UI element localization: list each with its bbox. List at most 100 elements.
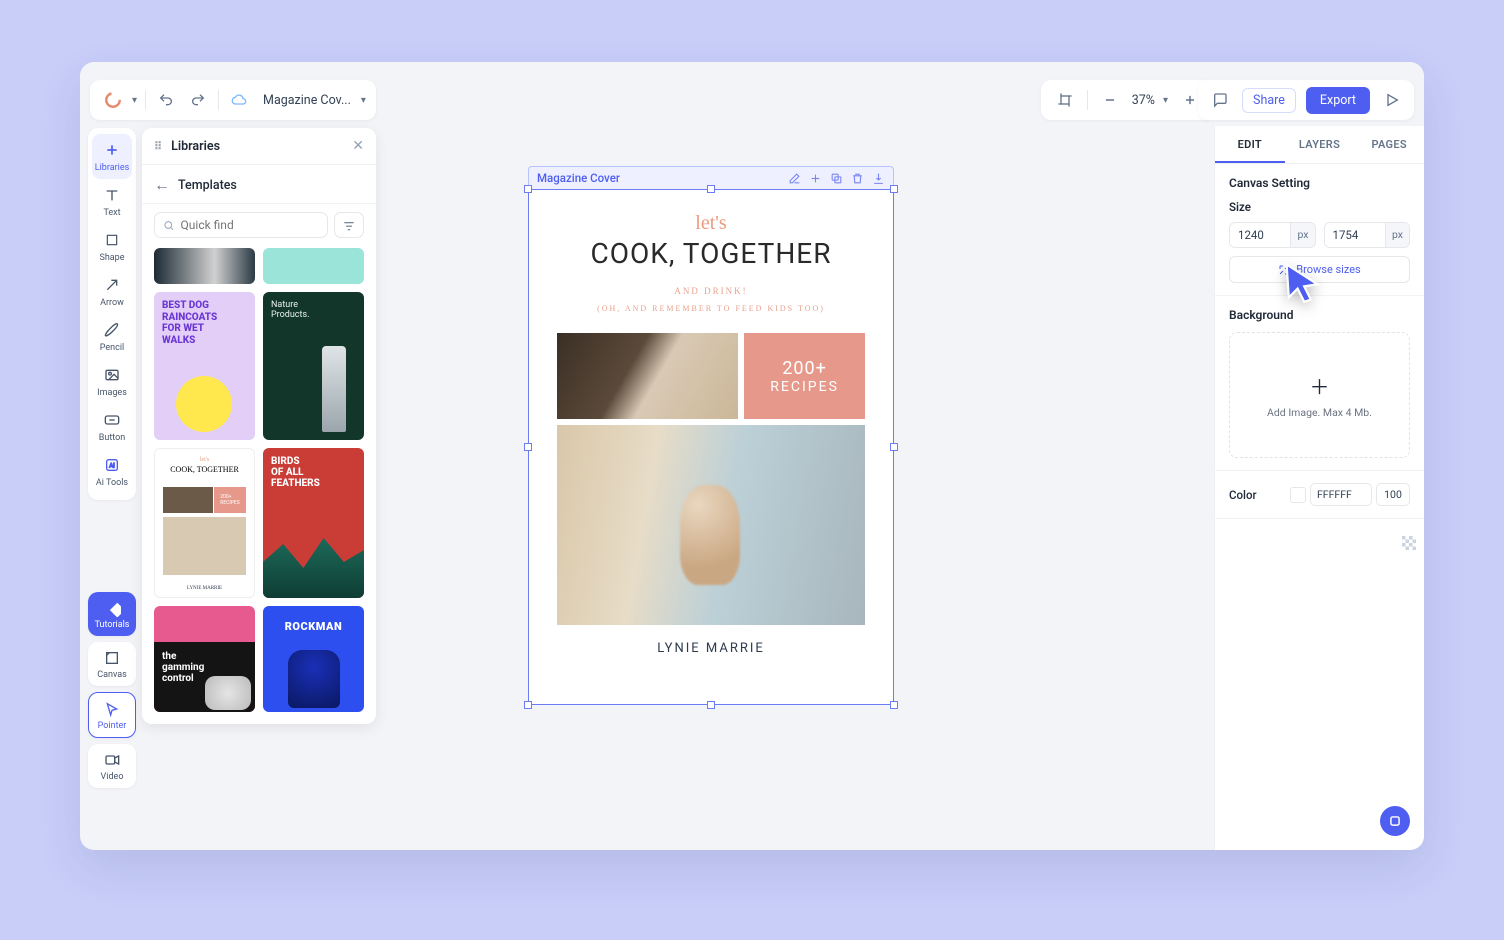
template-thumb[interactable]: BEST DOGRAINCOATSFOR WETWALKS xyxy=(154,292,255,440)
divider xyxy=(1087,90,1088,110)
canvas-download-icon[interactable] xyxy=(872,172,885,185)
tool-video[interactable]: Video xyxy=(88,744,136,788)
label-size: Size xyxy=(1229,200,1410,214)
color-swatch[interactable] xyxy=(1290,487,1306,503)
tab-pages[interactable]: PAGES xyxy=(1354,126,1424,163)
template-thumb[interactable] xyxy=(154,248,255,284)
tool-ai[interactable]: AI Ai Tools xyxy=(92,449,132,494)
color-opacity-input[interactable] xyxy=(1376,483,1410,506)
canvas-name[interactable]: Magazine Cover xyxy=(537,171,620,185)
document-name[interactable]: Magazine Cov... xyxy=(263,93,351,108)
template-thumb[interactable] xyxy=(263,248,364,284)
template-thumb[interactable]: let's COOK, TOGETHER 200+RECIPES LYNIE M… xyxy=(154,448,255,598)
chevron-down-icon[interactable]: ▾ xyxy=(132,95,137,106)
cloud-sync-icon[interactable] xyxy=(227,88,251,112)
resize-handle[interactable] xyxy=(524,701,532,709)
zoom-level[interactable]: 37% xyxy=(1132,93,1155,108)
tool-pencil[interactable]: Pencil xyxy=(92,314,132,359)
background-caption: Add Image. Max 4 Mb. xyxy=(1267,406,1372,419)
undo-button[interactable] xyxy=(154,88,178,112)
resize-handle[interactable] xyxy=(890,443,898,451)
cover-lets: let's xyxy=(557,212,865,235)
width-input-wrap: px xyxy=(1229,222,1316,248)
canvas-edit-icon[interactable] xyxy=(788,172,801,185)
app-window: ▾ Magazine Cov... ▾ 37% ▾ xyxy=(80,62,1424,850)
tool-pointer[interactable]: Pointer xyxy=(88,692,136,738)
right-tabs: EDIT LAYERS PAGES xyxy=(1215,126,1424,164)
tool-arrow[interactable]: Arrow xyxy=(92,269,132,314)
present-button[interactable] xyxy=(1380,88,1404,112)
browse-sizes-button[interactable]: Browse sizes xyxy=(1229,256,1410,283)
unit-label: px xyxy=(1385,223,1409,247)
search-input[interactable] xyxy=(181,218,319,232)
magazine-cover-content: let's COOK, TOGETHER AND DRINK! (OH, AND… xyxy=(529,190,893,674)
tool-button[interactable]: Button xyxy=(92,404,132,449)
width-input[interactable] xyxy=(1230,223,1290,247)
color-hex-input[interactable] xyxy=(1310,483,1372,506)
text-icon xyxy=(102,185,122,205)
tools-rail-secondary: Tutorials Canvas Pointer Video xyxy=(88,592,136,788)
divider xyxy=(145,90,146,110)
canvas-delete-icon[interactable] xyxy=(851,172,864,185)
close-panel-button[interactable]: ✕ xyxy=(352,138,364,154)
background-dropzone[interactable]: ＋ Add Image. Max 4 Mb. xyxy=(1229,332,1410,458)
template-thumb[interactable]: BIRDSOF ALLFEATHERS xyxy=(263,448,364,598)
cover-title: COOK, TOGETHER xyxy=(557,237,865,270)
right-panel: EDIT LAYERS PAGES Canvas Setting Size px… xyxy=(1214,126,1424,850)
tool-shape[interactable]: Shape xyxy=(92,224,132,269)
chevron-down-icon[interactable]: ▾ xyxy=(1163,95,1168,106)
cover-subtitle-1: AND DRINK! xyxy=(557,286,865,296)
canvas-icon xyxy=(102,648,122,668)
height-input-wrap: px xyxy=(1324,222,1411,248)
template-thumb[interactable]: ROCKMAN xyxy=(263,606,364,712)
resize-handle[interactable] xyxy=(707,185,715,193)
resize-handle[interactable] xyxy=(524,443,532,451)
search-input-wrap[interactable] xyxy=(154,212,328,238)
cover-author: LYNIE MARRIE xyxy=(557,641,865,656)
share-button[interactable]: Share xyxy=(1242,88,1296,113)
tool-canvas[interactable]: Canvas xyxy=(88,642,136,686)
resize-handle[interactable] xyxy=(890,185,898,193)
resize-icon xyxy=(1278,264,1290,276)
drag-grip-icon[interactable]: ⠿ xyxy=(154,140,163,153)
tool-images[interactable]: Images xyxy=(92,359,132,404)
redo-button[interactable] xyxy=(186,88,210,112)
libraries-title: Libraries xyxy=(171,139,220,154)
tab-edit[interactable]: EDIT xyxy=(1215,126,1285,163)
cover-badge: 200+ RECIPES xyxy=(744,333,865,419)
images-icon xyxy=(102,365,122,385)
label-color: Color xyxy=(1229,488,1257,502)
svg-text:AI: AI xyxy=(109,463,115,470)
resize-handle[interactable] xyxy=(890,701,898,709)
export-button[interactable]: Export xyxy=(1306,87,1370,114)
tool-text[interactable]: Text xyxy=(92,179,132,224)
resize-handle[interactable] xyxy=(707,701,715,709)
template-thumb[interactable]: thegammingcontrol xyxy=(154,606,255,712)
canvas-add-icon[interactable] xyxy=(809,172,822,185)
zoom-out-button[interactable] xyxy=(1098,88,1122,112)
section-canvas-setting: Canvas Setting xyxy=(1229,176,1410,190)
tools-rail: Libraries Text Shape Arrow Pencil Images… xyxy=(88,128,136,500)
height-input[interactable] xyxy=(1325,223,1385,247)
tool-libraries[interactable]: Libraries xyxy=(92,134,132,179)
divider xyxy=(218,90,219,110)
cover-image-1 xyxy=(557,333,738,419)
tab-layers[interactable]: LAYERS xyxy=(1285,126,1355,163)
filter-button[interactable] xyxy=(334,212,364,238)
transparency-icon[interactable] xyxy=(1402,536,1416,550)
template-grid: BEST DOGRAINCOATSFOR WETWALKS NatureProd… xyxy=(142,248,376,724)
help-fab[interactable] xyxy=(1380,806,1410,836)
chevron-down-icon[interactable]: ▾ xyxy=(361,95,366,106)
comment-button[interactable] xyxy=(1208,88,1232,112)
template-thumb[interactable]: NatureProducts. xyxy=(263,292,364,440)
crop-frame-button[interactable] xyxy=(1053,88,1077,112)
canvas-artboard[interactable]: let's COOK, TOGETHER AND DRINK! (OH, AND… xyxy=(528,189,894,705)
canvas-wrap: Magazine Cover let's COOK, TOGETHER AND … xyxy=(528,166,894,705)
tool-tutorials[interactable]: Tutorials xyxy=(88,592,136,636)
app-logo-menu[interactable] xyxy=(100,87,126,113)
canvas-copy-icon[interactable] xyxy=(830,172,843,185)
back-button[interactable]: ← xyxy=(154,175,170,195)
resize-handle[interactable] xyxy=(524,185,532,193)
libraries-subtitle: Templates xyxy=(178,178,237,193)
libraries-panel: ⠿ Libraries ✕ ← Templates BEST DOGRAINCOA… xyxy=(142,128,376,724)
